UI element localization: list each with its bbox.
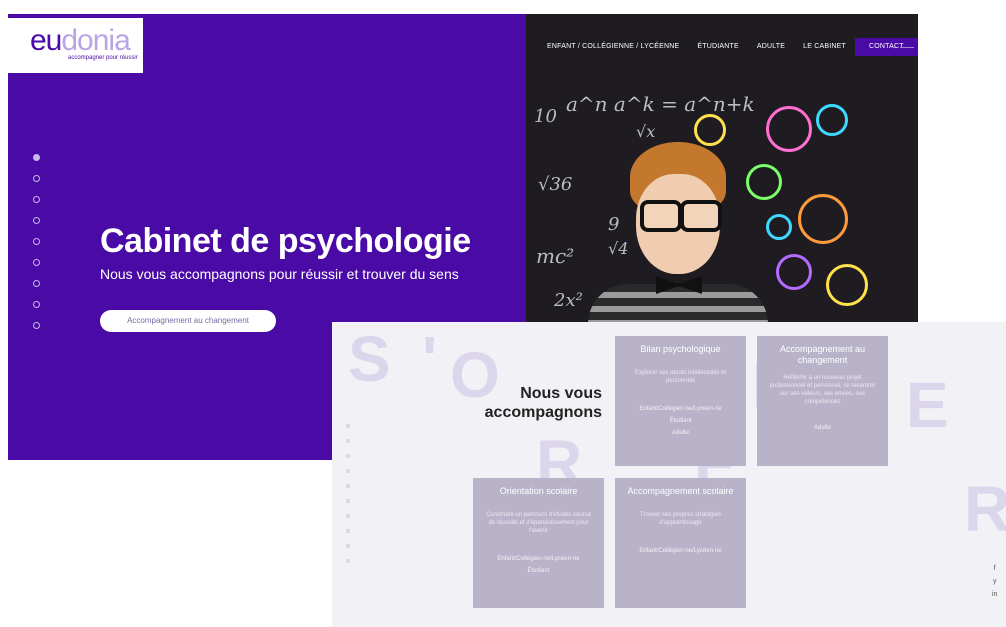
chalk-formula: a^n a^k = a^n+k bbox=[566, 92, 755, 116]
logo-wordmark: eudonia bbox=[30, 24, 131, 58]
slide-dot[interactable] bbox=[33, 259, 40, 266]
slide-dot[interactable] bbox=[33, 217, 40, 224]
section-dots bbox=[346, 424, 350, 574]
logo-brand-left: eu bbox=[30, 24, 62, 57]
card-audience: Adulte bbox=[813, 425, 831, 431]
service-card-changement[interactable]: Accompagnement au changement Réfléchir à… bbox=[757, 336, 888, 466]
main-nav: ENFANT / COLLÉGIENNE / LYCÉENNE ÉTUDIANT… bbox=[538, 38, 918, 56]
glasses-icon bbox=[636, 200, 722, 232]
chalk-doodle bbox=[776, 254, 812, 290]
logo[interactable]: eudonia accompagner pour réussir bbox=[8, 18, 143, 73]
chalk-formula: √x bbox=[636, 122, 656, 141]
slide-dot[interactable] bbox=[33, 238, 40, 245]
section-heading-line: Nous vous bbox=[520, 385, 602, 402]
bg-letter: R bbox=[964, 473, 1006, 545]
section-dot bbox=[346, 424, 350, 428]
social-links: f y in bbox=[992, 562, 997, 601]
glasses-lens bbox=[680, 200, 722, 232]
logo-tagline: accompagner pour réussir bbox=[68, 55, 138, 61]
section-dot bbox=[346, 469, 350, 473]
slide-dot[interactable] bbox=[33, 196, 40, 203]
section-dot bbox=[346, 529, 350, 533]
bg-letter: S bbox=[348, 323, 391, 395]
chalk-formula: 2x² bbox=[554, 290, 583, 311]
services-section: S ' O R I E N T E R Nous vous accompagno… bbox=[332, 322, 1006, 627]
card-audience: Enfant/Collégien·ne/Lycéen·ne bbox=[497, 556, 580, 562]
twitter-icon[interactable]: y bbox=[992, 575, 997, 588]
card-audience: Adulte bbox=[671, 430, 689, 436]
section-heading: Nous vous accompagnons bbox=[472, 384, 602, 422]
chalk-doodle bbox=[694, 114, 726, 146]
card-description: Réfléchir à un nouveau projet profession… bbox=[769, 375, 876, 405]
card-audiences: Adulte bbox=[757, 422, 888, 434]
hero-subtitle: Nous vous accompagnons pour réussir et t… bbox=[100, 266, 459, 282]
card-title: Bilan psychologique bbox=[640, 344, 721, 354]
service-card-orientation[interactable]: Orientation scolaire Construire un parco… bbox=[473, 478, 604, 608]
chalk-doodle bbox=[798, 194, 848, 244]
section-dot bbox=[346, 439, 350, 443]
card-audiences: Enfant/Collégien·ne/Lycéen·ne Étudiant A… bbox=[615, 403, 746, 439]
chalk-doodle bbox=[826, 264, 868, 306]
card-title: Orientation scolaire bbox=[499, 486, 578, 496]
nav-item-enfant[interactable]: ENFANT / COLLÉGIENNE / LYCÉENNE bbox=[538, 42, 688, 56]
chalk-doodle bbox=[766, 106, 812, 152]
section-dot bbox=[346, 544, 350, 548]
chalk-formula: mc² bbox=[536, 244, 575, 268]
card-audiences: Enfant/Collégien·ne/Lycéen·ne bbox=[615, 545, 746, 557]
bg-letter: ' bbox=[422, 323, 438, 395]
chalk-doodle bbox=[766, 214, 792, 240]
section-dot bbox=[346, 559, 350, 563]
card-audience: Étudiant bbox=[669, 418, 692, 424]
slide-dot[interactable] bbox=[33, 280, 40, 287]
chalk-formula: 10 bbox=[534, 106, 557, 127]
service-card-bilan[interactable]: Bilan psychologique Explorer ses atouts … bbox=[615, 336, 746, 466]
glasses-lens bbox=[640, 200, 682, 232]
chalk-doodle bbox=[816, 104, 848, 136]
slide-dot[interactable] bbox=[33, 175, 40, 182]
linkedin-icon[interactable]: in bbox=[992, 588, 997, 601]
chalk-doodle bbox=[746, 164, 782, 200]
card-title: Accompagnement au changement bbox=[779, 344, 866, 365]
facebook-icon[interactable]: f bbox=[992, 562, 997, 575]
card-audience: Enfant/Collégien·ne/Lycéen·ne bbox=[639, 406, 722, 412]
slide-dot[interactable] bbox=[33, 301, 40, 308]
hero-title: Cabinet de psychologie bbox=[100, 222, 471, 260]
section-dot bbox=[346, 454, 350, 458]
slide-dot[interactable] bbox=[33, 154, 40, 161]
card-audience: Étudiant bbox=[527, 568, 550, 574]
nav-line bbox=[900, 47, 914, 48]
card-description: Construire un parcours d'études source d… bbox=[486, 512, 591, 534]
section-dot bbox=[346, 514, 350, 518]
card-title: Accompagnement scolaire bbox=[627, 486, 734, 496]
card-audiences: Enfant/Collégien·ne/Lycéen·ne Étudiant bbox=[473, 553, 604, 577]
card-audience: Enfant/Collégien·ne/Lycéen·ne bbox=[639, 548, 722, 554]
card-description: Trouver ses propres stratégies d'apprent… bbox=[639, 512, 722, 526]
section-dot bbox=[346, 499, 350, 503]
slide-dots bbox=[33, 154, 40, 343]
section-dot bbox=[346, 484, 350, 488]
nav-item-adulte[interactable]: ADULTE bbox=[748, 42, 794, 56]
service-card-scolaire[interactable]: Accompagnement scolaire Trouver ses prop… bbox=[615, 478, 746, 608]
nav-item-le-cabinet[interactable]: LE CABINET bbox=[794, 42, 855, 56]
logo-brand-right: donia bbox=[61, 24, 130, 57]
nav-item-etudiante[interactable]: ÉTUDIANTE bbox=[688, 42, 747, 56]
chalk-formula: 9 bbox=[608, 214, 620, 235]
hero-cta-button[interactable]: Accompagnement au changement bbox=[100, 310, 276, 332]
slide-dot[interactable] bbox=[33, 322, 40, 329]
section-heading-line: accompagnons bbox=[484, 404, 602, 421]
chalk-formula: √36 bbox=[538, 174, 573, 195]
chalk-formula: √4 bbox=[608, 239, 629, 258]
card-description: Explorer ses atouts intellectuels et per… bbox=[634, 370, 727, 384]
arrow-right-icon[interactable]: → bbox=[889, 42, 897, 51]
bg-letter: E bbox=[906, 369, 949, 441]
